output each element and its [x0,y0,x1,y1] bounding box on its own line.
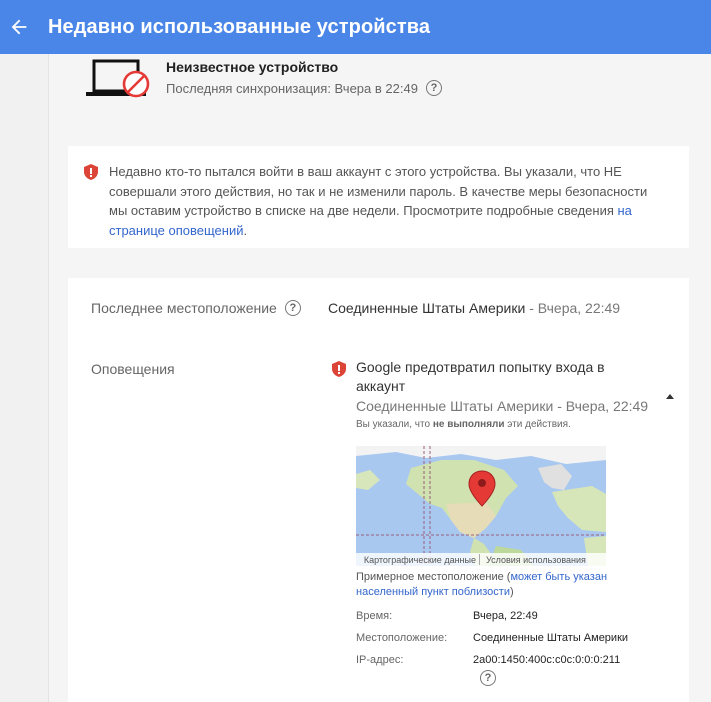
last-location-label: Последнее местоположение [91,300,277,316]
notification-note: Вы указали, что не выполняли эти действи… [356,419,571,430]
map-image [356,446,606,566]
note-emphasis: не выполняли [432,419,505,430]
last-location-country: Соединенные Штаты Америки [328,300,526,316]
ip-label: IP-адрес: [356,654,404,666]
help-icon[interactable]: ? [425,80,442,96]
device-header: Неизвестное устройство Последняя синхрон… [86,54,646,114]
last-location-row-label: Последнее местоположение ? [91,300,301,316]
collapse-button[interactable] [664,390,676,402]
approx-prefix: Примерное местоположение ( [356,571,511,583]
map-data-label: Картографические данные [363,554,476,565]
device-details-card: Последнее местоположение ? Соединенные Ш… [68,278,689,702]
app-bar: Недавно использованные устройства [0,0,711,54]
shield-alert-icon [332,361,346,377]
last-location-time: - Вчера, 22:49 [525,300,621,316]
security-alert-card: Недавно кто-то пытался войти в ваш аккау… [68,146,689,248]
alert-text: Недавно кто-то пытался войти в ваш аккау… [109,162,664,240]
help-icon[interactable]: ? [284,300,301,316]
alert-period: . [243,222,248,238]
location-map[interactable]: Картографические данные Условия использо… [356,446,606,566]
shield-alert-icon [84,164,98,180]
last-location-value: Соединенные Штаты Америки - Вчера, 22:49 [328,300,620,316]
note-suffix: эти действия. [504,419,571,430]
approx-location: Примерное местоположение (может быть ука… [356,570,636,600]
arrow-back-icon [11,19,27,35]
time-label: Время: [356,610,393,622]
time-value: Вчера, 22:49 [473,610,538,622]
location-label: Местоположение: [356,632,448,644]
map-footer: Картографические данные Условия использо… [356,553,606,566]
device-name: Неизвестное устройство [166,59,339,75]
caret-up-icon [666,393,674,399]
unknown-laptop-icon [86,59,150,98]
help-icon[interactable]: ? [480,670,496,686]
ip-value: 2a00:1450:400c:c0c:0:0:0:211 [473,654,621,666]
back-button[interactable] [4,12,34,42]
alert-message: Недавно кто-то пытался войти в ваш аккау… [109,164,648,218]
page-title: Недавно использованные устройства [48,15,431,38]
notification-location: Соединенные Штаты Америки - Вчера, 22:49 [356,398,649,414]
notifications-label: Оповещения [91,361,175,377]
device-sync: Последняя синхронизация: Вчера в 22:49 ? [166,80,442,96]
notification-title: Google предотвратил попытку входа в акка… [356,359,605,394]
note-prefix: Вы указали, что [356,419,433,430]
map-terms-link[interactable]: Условия использования [480,555,586,565]
location-value: Соединенные Штаты Америки [473,632,629,644]
approx-suffix: ) [509,586,514,598]
sync-text: Последняя синхронизация: Вчера в 22:49 [166,80,418,96]
